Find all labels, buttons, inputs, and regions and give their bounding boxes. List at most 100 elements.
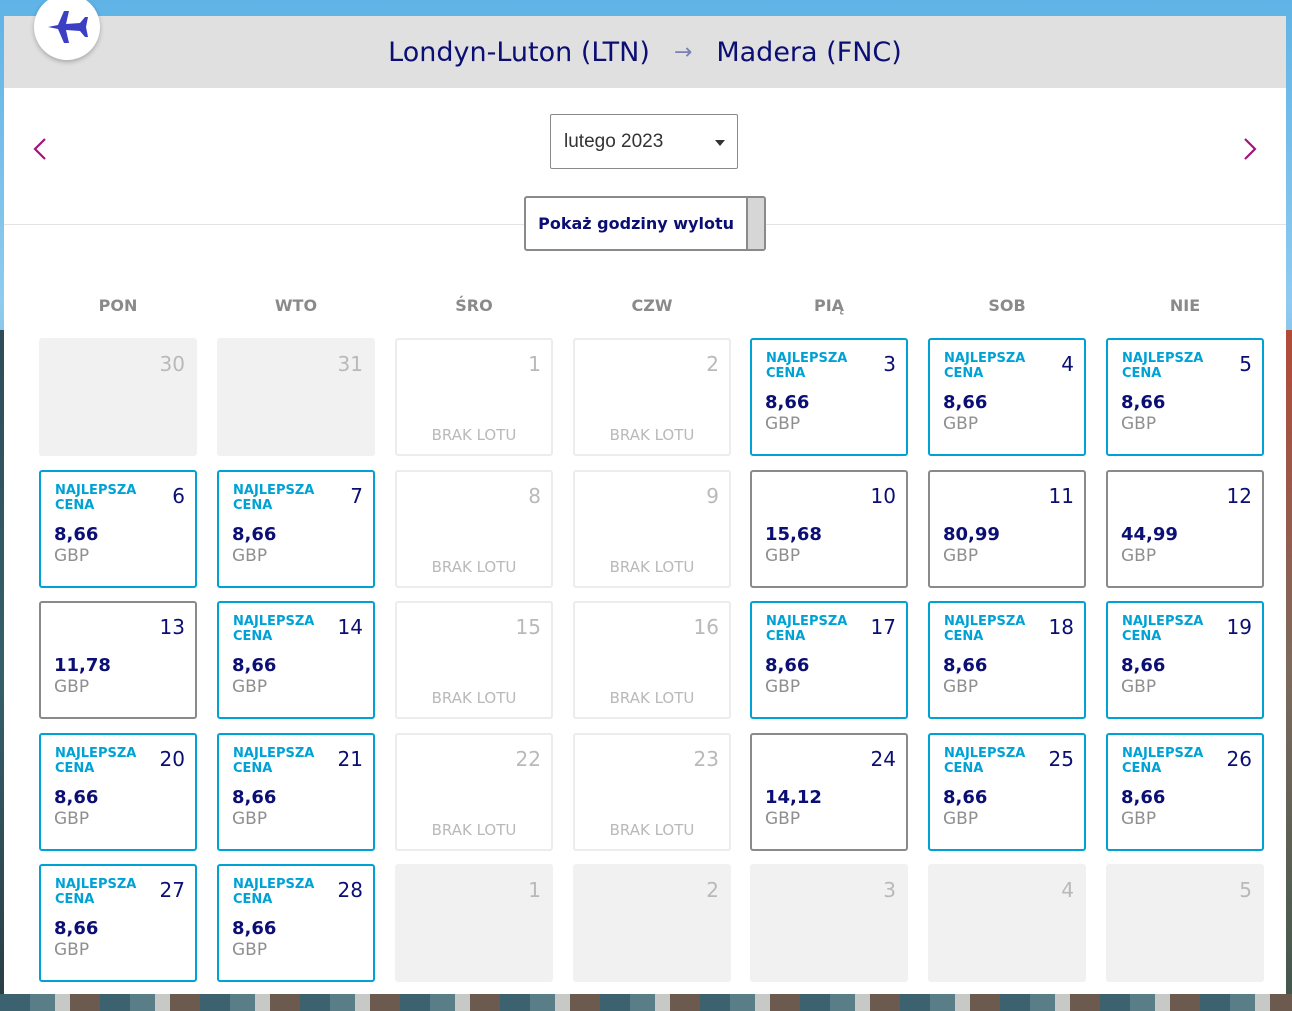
background-scenery-right: [1285, 330, 1292, 1011]
fare-currency: GBP: [1121, 677, 1157, 697]
fare-price: 8,66: [54, 524, 99, 545]
fare-currency: GBP: [765, 414, 801, 434]
fare-currency: GBP: [943, 414, 979, 434]
best-price-badge: NAJLEPSZA CENA: [1122, 351, 1204, 381]
day-number: 9: [706, 484, 719, 508]
day-cell[interactable]: 19 NAJLEPSZA CENA 8,66 GBP: [1106, 601, 1264, 719]
day-cell[interactable]: 28 NAJLEPSZA CENA 8,66 GBP: [217, 864, 375, 982]
fare-price: 8,66: [765, 392, 810, 413]
fare-currency: GBP: [765, 546, 801, 566]
fare-currency: GBP: [943, 546, 979, 566]
day-cell[interactable]: 14 NAJLEPSZA CENA 8,66 GBP: [217, 601, 375, 719]
no-flight-label: BRAK LOTU: [431, 689, 517, 707]
day-cell[interactable]: 11 80,99 GBP: [928, 470, 1086, 588]
day-cell[interactable]: 21 NAJLEPSZA CENA 8,66 GBP: [217, 733, 375, 851]
fare-price: 15,68: [765, 524, 822, 545]
day-cell: 2 BRAK LOTU: [573, 338, 731, 456]
day-cell: 30: [39, 338, 197, 456]
day-cell[interactable]: 20 NAJLEPSZA CENA 8,66 GBP: [39, 733, 197, 851]
fare-price: 8,66: [232, 655, 277, 676]
day-cell[interactable]: 26 NAJLEPSZA CENA 8,66 GBP: [1106, 733, 1264, 851]
next-month-button[interactable]: [1238, 132, 1262, 166]
best-price-badge: NAJLEPSZA CENA: [1122, 614, 1204, 644]
no-flight-label: BRAK LOTU: [609, 821, 695, 839]
best-price-badge: NAJLEPSZA CENA: [233, 614, 315, 644]
best-price-badge: NAJLEPSZA CENA: [1122, 746, 1204, 776]
best-price-badge: NAJLEPSZA CENA: [233, 877, 315, 907]
day-cell: 9 BRAK LOTU: [573, 470, 731, 588]
fare-currency: GBP: [765, 677, 801, 697]
day-cell: 1: [395, 864, 553, 982]
fare-currency: GBP: [54, 546, 90, 566]
day-cell[interactable]: 12 44,99 GBP: [1106, 470, 1264, 588]
fare-calendar-panel: Londyn-Luton (LTN) → Madera (FNC) lutego…: [4, 0, 1286, 994]
fare-currency: GBP: [232, 940, 268, 960]
day-number: 1: [528, 878, 541, 902]
fare-price: 14,12: [765, 787, 822, 808]
fare-currency: GBP: [232, 546, 268, 566]
day-number: 3: [883, 352, 896, 376]
day-cell[interactable]: 3 NAJLEPSZA CENA 8,66 GBP: [750, 338, 908, 456]
fare-price: 8,66: [232, 524, 277, 545]
fare-price: 8,66: [54, 918, 99, 939]
day-number: 1: [528, 352, 541, 376]
day-number: 24: [870, 747, 896, 771]
weekday-label: NIE: [1169, 296, 1201, 315]
show-departure-times-button[interactable]: Pokaż godziny wylotu: [524, 196, 766, 251]
day-number: 16: [693, 615, 719, 639]
best-price-badge: NAJLEPSZA CENA: [766, 614, 848, 644]
fare-price: 8,66: [232, 787, 277, 808]
day-number: 27: [159, 878, 185, 902]
day-number: 6: [172, 484, 185, 508]
day-cell[interactable]: 13 11,78 GBP: [39, 601, 197, 719]
day-cell[interactable]: 27 NAJLEPSZA CENA 8,66 GBP: [39, 864, 197, 982]
day-number: 5: [1239, 878, 1252, 902]
previous-month-button[interactable]: [28, 132, 52, 166]
day-number: 26: [1226, 747, 1252, 771]
day-number: 18: [1048, 615, 1074, 639]
toggle-indicator: [746, 198, 764, 249]
no-flight-label: BRAK LOTU: [609, 558, 695, 576]
day-number: 10: [870, 484, 896, 508]
day-cell[interactable]: 24 14,12 GBP: [750, 733, 908, 851]
fare-price: 80,99: [943, 524, 1000, 545]
route-header: Londyn-Luton (LTN) → Madera (FNC): [4, 16, 1286, 88]
fare-currency: GBP: [232, 677, 268, 697]
fare-currency: GBP: [943, 809, 979, 829]
day-cell: 3: [750, 864, 908, 982]
fare-currency: GBP: [943, 677, 979, 697]
day-cell[interactable]: 10 15,68 GBP: [750, 470, 908, 588]
background-scenery-bottom: [0, 994, 1292, 1011]
day-number: 17: [870, 615, 896, 639]
day-number: 19: [1226, 615, 1252, 639]
day-cell[interactable]: 6 NAJLEPSZA CENA 8,66 GBP: [39, 470, 197, 588]
day-number: 5: [1239, 352, 1252, 376]
day-number: 7: [350, 484, 363, 508]
no-flight-label: BRAK LOTU: [609, 426, 695, 444]
day-cell[interactable]: 4 NAJLEPSZA CENA 8,66 GBP: [928, 338, 1086, 456]
no-flight-label: BRAK LOTU: [431, 426, 517, 444]
day-cell[interactable]: 17 NAJLEPSZA CENA 8,66 GBP: [750, 601, 908, 719]
day-cell[interactable]: 25 NAJLEPSZA CENA 8,66 GBP: [928, 733, 1086, 851]
fare-price: 8,66: [765, 655, 810, 676]
day-number: 4: [1061, 352, 1074, 376]
day-number: 4: [1061, 878, 1074, 902]
day-cell[interactable]: 18 NAJLEPSZA CENA 8,66 GBP: [928, 601, 1086, 719]
best-price-badge: NAJLEPSZA CENA: [766, 351, 848, 381]
day-cell: 15 BRAK LOTU: [395, 601, 553, 719]
month-select[interactable]: lutego 2023: [550, 114, 738, 169]
fare-currency: GBP: [54, 940, 90, 960]
best-price-badge: NAJLEPSZA CENA: [233, 746, 315, 776]
day-cell[interactable]: 5 NAJLEPSZA CENA 8,66 GBP: [1106, 338, 1264, 456]
destination-airport: Madera (FNC): [716, 36, 902, 68]
day-number: 2: [706, 352, 719, 376]
month-select-value: lutego 2023: [564, 130, 664, 152]
fare-price: 8,66: [1121, 655, 1166, 676]
day-cell[interactable]: 7 NAJLEPSZA CENA 8,66 GBP: [217, 470, 375, 588]
weekday-label: PON: [98, 296, 138, 315]
weekday-label: ŚRO: [455, 296, 493, 315]
day-number: 11: [1048, 484, 1074, 508]
day-cell: 4: [928, 864, 1086, 982]
origin-airport: Londyn-Luton (LTN): [388, 36, 650, 68]
day-number: 30: [159, 352, 185, 376]
